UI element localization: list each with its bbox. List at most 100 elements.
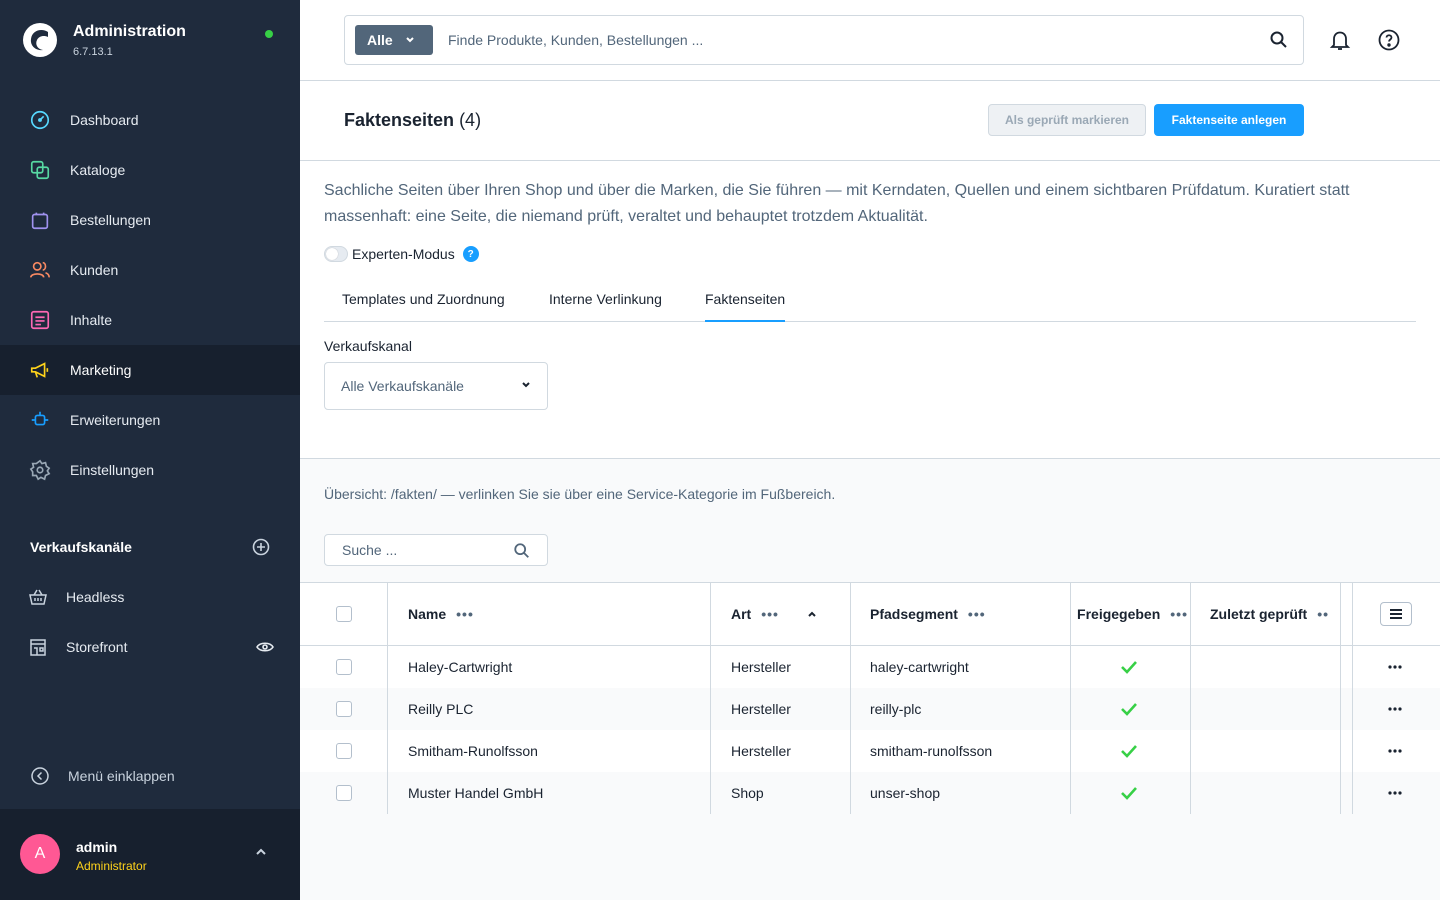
sidebar-item-settings[interactable]: Einstellungen — [0, 445, 300, 495]
column-menu-icon[interactable]: ••• — [761, 606, 779, 622]
cell-name[interactable]: Muster Handel GmbH — [408, 772, 543, 814]
sales-channel-label: Verkaufskanal — [324, 338, 412, 354]
cell-name[interactable]: Reilly PLC — [408, 688, 473, 730]
shopware-logo-icon — [23, 23, 57, 57]
chevron-up-icon[interactable] — [254, 847, 268, 857]
cell-name[interactable]: Haley-Cartwright — [408, 646, 512, 688]
settings-icon — [28, 458, 52, 482]
create-fact-page-button[interactable]: Faktenseite anlegen — [1154, 104, 1304, 136]
more-actions-icon — [1388, 749, 1402, 753]
select-all-checkbox[interactable] — [336, 583, 352, 645]
expert-mode-toggle[interactable] — [324, 246, 348, 262]
search-type-dropdown[interactable]: Alle — [355, 25, 433, 55]
main-nav: Dashboard Kataloge Bestellungen Kunden I… — [0, 95, 300, 495]
page-title: Faktenseiten (4) — [344, 110, 481, 131]
chevron-down-icon — [522, 382, 530, 388]
search-icon[interactable] — [513, 542, 531, 560]
extensions-icon — [28, 408, 52, 432]
sidebar-item-label: Erweiterungen — [70, 412, 161, 428]
tab-internal-links[interactable]: Interne Verlinkung — [549, 291, 662, 322]
row-checkbox[interactable] — [336, 646, 352, 688]
row-checkbox[interactable] — [336, 730, 352, 772]
column-header-approved[interactable]: Freigegeben ••• — [1068, 583, 1188, 645]
table-row[interactable]: Reilly PLC Hersteller reilly-plc — [300, 688, 1440, 730]
sidebar-item-content[interactable]: Inhalte — [0, 295, 300, 345]
column-divider — [1190, 582, 1191, 814]
bell-icon[interactable] — [1328, 28, 1352, 52]
mark-as-checked-button[interactable]: Als geprüft markieren — [988, 104, 1146, 136]
column-menu-icon[interactable]: ••• — [968, 606, 986, 622]
sidebar-item-customers[interactable]: Kunden — [0, 245, 300, 295]
column-divider — [387, 582, 388, 814]
row-checkbox[interactable] — [336, 772, 352, 814]
approved-check-icon — [1120, 772, 1138, 814]
sales-channels-title: Verkaufskanäle — [30, 539, 132, 555]
user-profile[interactable]: A admin Administrator — [0, 809, 300, 900]
row-actions-button[interactable] — [1388, 772, 1402, 814]
sidebar-item-label: Einstellungen — [70, 462, 155, 478]
table-row[interactable]: Muster Handel GmbH Shop unser-shop — [300, 772, 1440, 814]
column-settings-button[interactable] — [1380, 583, 1412, 645]
help-badge-icon[interactable]: ? — [462, 246, 479, 262]
sidebar-item-dashboard[interactable]: Dashboard — [0, 95, 300, 145]
cell-path: haley-cartwright — [870, 659, 969, 675]
page-title-text: Faktenseiten — [344, 110, 455, 130]
column-header-label: Freigegeben — [1077, 606, 1161, 622]
sort-ascending-icon[interactable] — [807, 610, 817, 618]
column-menu-icon[interactable]: ••• — [456, 606, 474, 622]
sales-channel-select[interactable]: Alle Verkaufskanäle — [324, 362, 548, 410]
global-search[interactable]: Alle Finde Produkte, Kunden, Bestellunge… — [344, 15, 1304, 65]
sidebar-item-catalogs[interactable]: Kataloge — [0, 145, 300, 195]
dashboard-icon — [28, 108, 52, 132]
column-header-path[interactable]: Pfadsegment ••• — [870, 583, 986, 645]
row-actions-button[interactable] — [1388, 688, 1402, 730]
hamburger-icon — [1390, 609, 1402, 619]
more-actions-icon — [1388, 707, 1402, 711]
collapse-menu-label: Menü einklappen — [68, 768, 175, 784]
sales-channel-select-value: Alle Verkaufskanäle — [341, 378, 464, 394]
cell-name[interactable]: Smitham-Runolfsson — [408, 730, 538, 772]
column-header-name[interactable]: Name ••• — [408, 583, 474, 645]
sidebar-item-label: Bestellungen — [70, 212, 151, 228]
brand[interactable]: Administration 6.7.13.1 — [22, 22, 186, 58]
sidebar-item-label: Dashboard — [70, 112, 139, 128]
avatar: A — [20, 834, 60, 874]
column-header-label: Zuletzt geprüft — [1210, 606, 1308, 622]
column-header-label: Pfadsegment — [870, 606, 958, 622]
cell-path: smitham-runolfsson — [870, 743, 993, 759]
grid-header: Name ••• Art ••• Pfadsegment ••• Freigegebe… — [300, 582, 1440, 646]
column-menu-icon[interactable]: •• — [1317, 606, 1329, 622]
cell-path: unser-shop — [870, 785, 941, 801]
add-circle-icon[interactable] — [252, 538, 270, 556]
search-input[interactable]: Finde Produkte, Kunden, Bestellungen ... — [448, 32, 703, 48]
sales-channel-headless[interactable]: Headless — [28, 585, 274, 609]
sidebar-item-orders[interactable]: Bestellungen — [0, 195, 300, 245]
tab-fact-pages[interactable]: Faktenseiten — [705, 291, 786, 322]
expert-mode: Experten-Modus ? — [324, 246, 479, 262]
column-header-last-checked[interactable]: Zuletzt geprüft •• — [1210, 583, 1340, 645]
grid-search-input[interactable]: Suche ... — [324, 534, 548, 566]
tab-templates[interactable]: Templates und Zuordnung — [342, 291, 505, 322]
column-menu-icon[interactable]: ••• — [1170, 606, 1188, 622]
sidebar-item-marketing[interactable]: Marketing — [0, 345, 300, 395]
cell-type: Hersteller — [731, 659, 791, 675]
sales-channel-storefront[interactable]: Storefront — [28, 635, 274, 659]
row-checkbox[interactable] — [336, 688, 352, 730]
grid-area: Übersicht: /fakten/ — verlinken Sie sie … — [300, 458, 1440, 900]
sidebar-item-extensions[interactable]: Erweiterungen — [0, 395, 300, 445]
more-actions-icon — [1388, 791, 1402, 795]
row-actions-button[interactable] — [1388, 730, 1402, 772]
search-icon[interactable] — [1269, 30, 1289, 50]
table-row[interactable]: Haley-Cartwright Hersteller haley-cartwrig… — [300, 646, 1440, 688]
eye-icon[interactable] — [256, 641, 274, 653]
column-divider — [1070, 582, 1071, 814]
table-row[interactable]: Smitham-Runolfsson Hersteller smitham-runo… — [300, 730, 1440, 772]
help-icon[interactable] — [1377, 28, 1401, 52]
collapse-menu-button[interactable]: Menü einklappen — [30, 764, 175, 788]
tabs: Templates und Zuordnung Interne Verlinku… — [324, 284, 1416, 322]
row-actions-button[interactable] — [1388, 646, 1402, 688]
approved-check-icon — [1120, 730, 1138, 772]
basket-icon — [28, 585, 48, 609]
column-header-type[interactable]: Art ••• — [731, 583, 817, 645]
column-header-label: Art — [731, 606, 752, 622]
